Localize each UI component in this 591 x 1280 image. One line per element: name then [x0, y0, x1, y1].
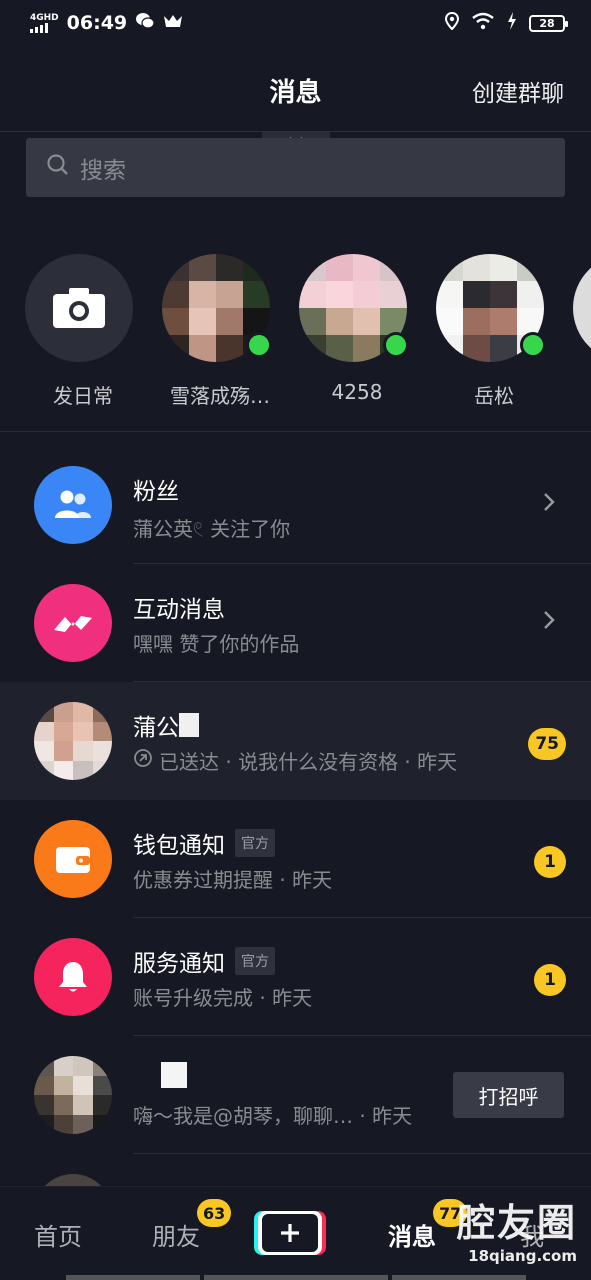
- item-title: 钱包通知 官方: [133, 826, 275, 860]
- watermark-url: 18qiang.com: [468, 1247, 577, 1265]
- list-item-interactions[interactable]: 互动消息 嘿嘿 赞了你的作品: [0, 564, 591, 682]
- search-placeholder: 搜索: [80, 157, 126, 184]
- plus-icon: [262, 1214, 318, 1252]
- item-title: 服务通知 官方: [133, 944, 275, 978]
- cellular-signal-icon: 4GHD: [30, 12, 59, 33]
- item-subtitle: 嗨～我是@胡琴，聊聊… · 昨天: [133, 1104, 413, 1128]
- battery-level: 28: [539, 16, 555, 30]
- fans-icon: [34, 466, 112, 544]
- list-item-service[interactable]: 服务通知 官方 账号升级完成 · 昨天 1: [0, 918, 591, 1036]
- official-tag: 官方: [235, 947, 275, 975]
- item-subtitle: 账号升级完成 · 昨天: [133, 986, 313, 1010]
- tab-home[interactable]: 首页: [34, 1217, 82, 1252]
- story-user[interactable]: 岳松: [411, 240, 548, 430]
- online-indicator: [520, 332, 546, 358]
- unread-badge: 1: [534, 846, 566, 878]
- item-subtitle: 嘿嘿 赞了你的作品: [133, 632, 300, 656]
- wallet-icon: [34, 820, 112, 898]
- bell-icon: [34, 938, 112, 1016]
- watermark: 腔友圈 18qiang.com: [457, 1192, 577, 1265]
- wifi-icon: [471, 12, 495, 35]
- search-icon: [46, 153, 70, 183]
- item-subtitle: 已送达 · 说我什么没有资格 · 昨天: [133, 746, 457, 775]
- divider: [0, 431, 591, 432]
- watermark-text: 腔友圈: [456, 1201, 577, 1245]
- story-label: 发日常: [53, 384, 113, 408]
- contact-name: 蒲公: [133, 715, 179, 741]
- item-title: 蒲公: [133, 708, 199, 742]
- network-type: 4GHD: [30, 12, 59, 23]
- tab-friends[interactable]: 朋友: [152, 1217, 200, 1252]
- clock: 06:49: [66, 12, 128, 34]
- create-button[interactable]: [258, 1211, 322, 1255]
- list-item-chat[interactable]: 蒲公 已送达 · 说我什么没有资格 · 昨天 75: [0, 682, 591, 800]
- camera-icon: [25, 254, 133, 362]
- online-indicator: [246, 332, 272, 358]
- avatar: [34, 702, 112, 780]
- interaction-icon: [34, 584, 112, 662]
- avatar: [573, 254, 591, 362]
- header: 消息 创建群聊: [0, 46, 591, 132]
- create-group-button[interactable]: 创建群聊: [472, 74, 564, 108]
- list-item-chat[interactable]: 嗨～我是@胡琴，聊聊… · 昨天 打招呼: [0, 1036, 591, 1154]
- blurred-name: [161, 1062, 187, 1088]
- story-label: 岳松: [474, 384, 514, 408]
- chevron-right-icon: [543, 608, 555, 636]
- item-title: [133, 1062, 187, 1088]
- online-indicator: [383, 332, 409, 358]
- search-input[interactable]: 搜索: [26, 138, 565, 197]
- item-subtitle: 蒲公英𓏲 关注了你: [133, 517, 291, 541]
- story-post-daily[interactable]: 发日常: [0, 240, 137, 430]
- stories-row: 发日常 雪落成殇… 4258 岳松: [0, 240, 591, 430]
- chevron-right-icon: [543, 490, 555, 518]
- story-label: 雪落成殇…: [170, 384, 270, 408]
- charging-icon: [507, 11, 517, 35]
- sent-status-icon: [133, 748, 153, 773]
- item-title-text: 服务通知: [133, 951, 225, 977]
- official-tag: 官方: [235, 829, 275, 857]
- friends-badge: 63: [197, 1199, 232, 1227]
- unread-badge: 1: [534, 964, 566, 996]
- item-title: 粉丝: [133, 479, 179, 505]
- say-hi-button[interactable]: 打招呼: [453, 1072, 564, 1118]
- story-label: 4258: [331, 380, 383, 404]
- wechat-icon: [135, 12, 155, 35]
- battery-icon: 28: [529, 14, 568, 32]
- story-user[interactable]: 雪落成殇…: [137, 240, 274, 430]
- blurred-name: [179, 713, 199, 737]
- gesture-bar: [204, 1275, 388, 1280]
- last-message: 已送达 · 说我什么没有资格 · 昨天: [159, 750, 458, 774]
- story-user[interactable]: 4258: [274, 240, 411, 430]
- gesture-bar: [392, 1275, 526, 1280]
- tab-messages[interactable]: 消息: [388, 1217, 436, 1252]
- list-item-wallet[interactable]: 钱包通知 官方 优惠券过期提醒 · 昨天 1: [0, 800, 591, 918]
- location-icon: [444, 11, 460, 35]
- gesture-bar: [66, 1275, 200, 1280]
- story-user[interactable]: [548, 240, 591, 430]
- status-bar: 4GHD 06:49 28: [0, 0, 591, 46]
- avatar: [34, 1056, 112, 1134]
- unread-badge: 75: [528, 728, 566, 760]
- item-title: 互动消息: [133, 597, 225, 623]
- list-item-fans[interactable]: 粉丝 蒲公英𓏲 关注了你: [0, 446, 591, 564]
- item-title-text: 钱包通知: [133, 833, 225, 859]
- crown-icon: [163, 12, 183, 34]
- item-subtitle: 优惠券过期提醒 · 昨天: [133, 868, 333, 892]
